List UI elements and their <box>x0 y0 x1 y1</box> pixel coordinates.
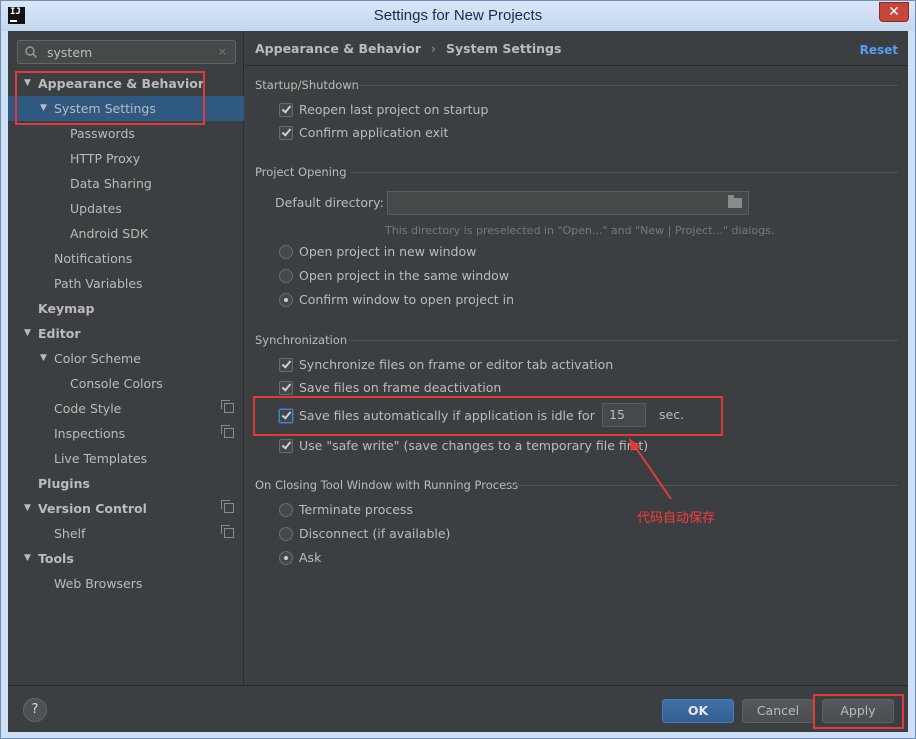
project-copy-icon <box>221 425 234 438</box>
sidebar-item-label: Color Scheme <box>54 351 141 366</box>
dialog-footer: ? OK Cancel Apply <box>8 685 908 732</box>
sidebar-item-shelf[interactable]: Shelf <box>8 521 244 546</box>
help-button[interactable]: ? <box>23 698 47 722</box>
sidebar-item-version-control[interactable]: ▼ Version Control <box>8 496 244 521</box>
search-icon <box>25 46 37 58</box>
annotation-label: 代码自动保存 <box>637 511 716 526</box>
sidebar-item-label: Plugins <box>38 476 90 491</box>
sidebar-item-path-variables[interactable]: Path Variables <box>8 271 244 296</box>
sidebar-item-label: Editor <box>38 326 81 341</box>
cancel-button[interactable]: Cancel <box>742 699 814 723</box>
chevron-down-icon[interactable]: ▼ <box>24 321 31 346</box>
sidebar-item-label: Tools <box>38 551 74 566</box>
sidebar-item-console-colors[interactable]: Console Colors <box>8 371 244 396</box>
sidebar-item-editor[interactable]: ▼ Editor <box>8 321 244 346</box>
chevron-down-icon[interactable]: ▼ <box>40 346 47 371</box>
sidebar-item-plugins[interactable]: Plugins <box>8 471 244 496</box>
settings-content: Appearance & Behavior › System Settings Re… <box>245 31 908 685</box>
sidebar-item-label: Inspections <box>54 426 126 441</box>
close-icon: ✕ <box>888 4 900 20</box>
title-bar[interactable]: IJ Settings for New Projects ✕ <box>1 1 915 31</box>
sidebar-item-updates[interactable]: Updates <box>8 196 244 221</box>
highlight-box-apply <box>813 694 904 729</box>
sidebar-item-label: HTTP Proxy <box>70 151 141 166</box>
sidebar-item-label: Shelf <box>54 526 86 541</box>
sidebar-item-color-scheme[interactable]: ▼ Color Scheme <box>8 346 244 371</box>
project-copy-icon <box>221 400 234 413</box>
sidebar-item-http-proxy[interactable]: HTTP Proxy <box>8 146 244 171</box>
sidebar-item-label: Notifications <box>54 251 133 266</box>
project-copy-icon <box>221 525 234 538</box>
sidebar-item-keymap[interactable]: Keymap <box>8 296 244 321</box>
close-button[interactable]: ✕ <box>879 2 909 22</box>
dialog-client: system × ▼ Appearance & Behavior ▼ Syste… <box>8 31 908 732</box>
sidebar-item-data-sharing[interactable]: Data Sharing <box>8 171 244 196</box>
project-copy-icon <box>221 500 234 513</box>
sidebar-item-label: Web Browsers <box>54 576 143 591</box>
clear-search-icon[interactable]: × <box>218 45 227 58</box>
sidebar-item-live-templates[interactable]: Live Templates <box>8 446 244 471</box>
sidebar-item-web-browsers[interactable]: Web Browsers <box>8 571 244 596</box>
sidebar-item-inspections[interactable]: Inspections <box>8 421 244 446</box>
sidebar-item-label: Android SDK <box>70 226 149 241</box>
highlight-box-sidebar <box>15 71 205 125</box>
sidebar-item-label: Updates <box>70 201 122 216</box>
sidebar-item-code-style[interactable]: Code Style <box>8 396 244 421</box>
window-title: Settings for New Projects <box>373 7 543 24</box>
sidebar-item-tools[interactable]: ▼ Tools <box>8 546 244 571</box>
sidebar-item-label: Live Templates <box>54 451 148 466</box>
ok-button[interactable]: OK <box>662 699 734 723</box>
settings-window: IJ Settings for New Projects ✕ system × … <box>0 0 916 739</box>
sidebar-item-label: Path Variables <box>54 276 143 291</box>
chevron-down-icon[interactable]: ▼ <box>24 546 31 571</box>
sidebar-item-label: Keymap <box>38 301 95 316</box>
sidebar-item-android-sdk[interactable]: Android SDK <box>8 221 244 246</box>
search-input[interactable]: system × <box>17 40 236 64</box>
settings-sidebar: system × ▼ Appearance & Behavior ▼ Syste… <box>8 31 244 685</box>
sidebar-item-notifications[interactable]: Notifications <box>8 246 244 271</box>
sidebar-item-label: Console Colors <box>70 376 163 391</box>
sidebar-item-label: Code Style <box>54 401 122 416</box>
annotation-arrow-icon <box>629 438 672 500</box>
chevron-down-icon[interactable]: ▼ <box>24 496 31 521</box>
sidebar-item-label: Data Sharing <box>70 176 152 191</box>
sidebar-item-label: Version Control <box>38 501 147 516</box>
search-value: system <box>47 45 93 60</box>
